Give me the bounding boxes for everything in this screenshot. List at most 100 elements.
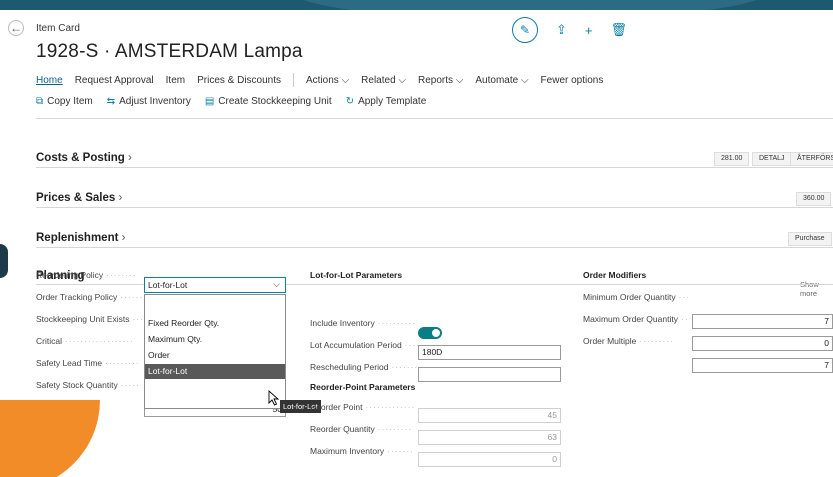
dot-leader: ········ bbox=[106, 270, 137, 280]
menu-related[interactable]: Related ⌵ bbox=[361, 75, 406, 86]
menu-home[interactable]: Home bbox=[36, 75, 63, 86]
menu-prices-discounts[interactable]: Prices & Discounts bbox=[197, 75, 281, 86]
dot-leader: ·· bbox=[680, 314, 689, 324]
replenishment-section-header[interactable]: Replenishment › bbox=[36, 232, 125, 244]
menu-fewer-options[interactable]: Fewer options bbox=[541, 75, 604, 86]
template-icon: ↻ bbox=[345, 96, 355, 107]
replenishment-pill-system: Purchase bbox=[788, 232, 832, 246]
new-plus-icon[interactable]: + bbox=[585, 23, 593, 38]
replenishment-title: Replenishment bbox=[36, 232, 119, 244]
header-actions: ✎ ⇪ + 🗑 bbox=[512, 17, 627, 43]
dot-leader: ··· bbox=[132, 314, 145, 324]
dot-leader: ······· bbox=[391, 362, 419, 372]
dropdown-option-maximum-qty[interactable]: Maximum Qty. bbox=[145, 332, 285, 347]
show-more-link[interactable]: Show more bbox=[800, 280, 833, 298]
reorder-point-parameters-heading: Reorder-Point Parameters bbox=[310, 382, 416, 392]
reorder-point-label-text: Reorder Point bbox=[310, 402, 363, 412]
rescheduling-period-label: Rescheduling Period ······· bbox=[310, 362, 418, 372]
safety-lead-time-label: Safety Lead Time ········· bbox=[36, 358, 140, 368]
sku-exists-label-text: Stockkeeping Unit Exists bbox=[36, 314, 130, 324]
item-card-page: ← Item Card 1928-S · AMSTERDAM Lampa ✎ ⇪… bbox=[0, 10, 833, 477]
divider bbox=[36, 118, 833, 119]
menu-automate[interactable]: Automate ⌵ bbox=[475, 75, 528, 86]
minimum-order-quantity-input[interactable]: 7 bbox=[692, 314, 833, 329]
maximum-order-quantity-label: Maximum Order Quantity ·· bbox=[583, 314, 689, 324]
include-inventory-label: Include Inventory ·········· bbox=[310, 318, 416, 328]
reorder-quantity-input: 63 bbox=[418, 430, 561, 445]
maximum-order-quantity-label-text: Maximum Order Quantity bbox=[583, 314, 678, 324]
minimum-order-quantity-label: Minimum Order Quantity ··· bbox=[583, 292, 690, 302]
reorder-quantity-label-text: Reorder Quantity bbox=[310, 424, 375, 434]
lot-accumulation-period-label-text: Lot Accumulation Period bbox=[310, 340, 402, 350]
chevron-down-icon: ⌵ bbox=[273, 279, 280, 289]
dropdown-option-order[interactable]: Order bbox=[145, 348, 285, 363]
copy-item-button[interactable]: ⧉ Copy Item bbox=[36, 96, 93, 107]
lot-accumulation-period-input[interactable]: 180D bbox=[418, 345, 561, 360]
divider bbox=[36, 167, 833, 168]
rescheduling-period-label-text: Rescheduling Period bbox=[310, 362, 389, 372]
chevron-right-icon: › bbox=[128, 152, 132, 164]
order-multiple-label-text: Order Multiple bbox=[583, 336, 637, 346]
dot-leader: ·········· bbox=[377, 318, 417, 328]
include-inventory-label-text: Include Inventory bbox=[310, 318, 375, 328]
dot-leader: ······· bbox=[387, 446, 414, 456]
prices-sales-section-header[interactable]: Prices & Sales › bbox=[36, 192, 122, 204]
copy-item-label: Copy Item bbox=[47, 96, 93, 107]
menu-reports[interactable]: Reports ⌵ bbox=[418, 75, 463, 86]
chevron-right-icon: › bbox=[121, 232, 126, 244]
dropdown-option-lot-for-lot[interactable]: Lot-for-Lot bbox=[145, 364, 285, 379]
dot-leader: ····· bbox=[120, 380, 140, 390]
share-icon[interactable]: ⇪ bbox=[556, 22, 567, 38]
maximum-inventory-label-text: Maximum Inventory bbox=[310, 446, 385, 456]
maximum-inventory-label: Maximum Inventory ······· bbox=[310, 446, 414, 456]
menu-actions[interactable]: Actions ⌵ bbox=[306, 75, 349, 86]
order-tracking-policy-label: Order Tracking Policy ······ bbox=[36, 292, 143, 302]
create-sku-button[interactable]: ▤ Create Stockkeeping Unit bbox=[205, 96, 332, 107]
lot-for-lot-parameters-heading: Lot-for-Lot Parameters bbox=[310, 270, 403, 280]
edit-pencil-icon[interactable]: ✎ bbox=[512, 17, 538, 43]
mouse-pointer-icon bbox=[268, 390, 280, 406]
adjust-inventory-button[interactable]: ⇆ Adjust Inventory bbox=[107, 96, 191, 107]
divider bbox=[36, 247, 833, 248]
action-toolbar: ⧉ Copy Item ⇆ Adjust Inventory ▤ Create Sto… bbox=[36, 96, 426, 107]
rescheduling-period-input[interactable] bbox=[418, 367, 561, 382]
critical-label: Critical ·················· bbox=[36, 336, 134, 346]
safety-stock-quantity-label: Safety Stock Quantity ····· bbox=[36, 380, 140, 390]
apply-template-button[interactable]: ↻ Apply Template bbox=[346, 96, 427, 107]
safety-lead-time-label-text: Safety Lead Time bbox=[36, 358, 103, 368]
divider bbox=[36, 207, 833, 208]
dot-leader: ·················· bbox=[64, 336, 134, 346]
adjust-icon: ⇆ bbox=[106, 96, 116, 107]
costs-posting-section-header[interactable]: Costs & Posting › bbox=[36, 152, 132, 164]
adjust-inventory-label: Adjust Inventory bbox=[119, 96, 191, 107]
costs-pill-posting: ÅTERFÖRS bbox=[790, 152, 833, 166]
menu-separator bbox=[293, 73, 295, 87]
prices-sales-title: Prices & Sales bbox=[36, 192, 116, 204]
maximum-order-quantity-input[interactable]: 0 bbox=[692, 336, 833, 351]
menu-item[interactable]: Item bbox=[166, 75, 185, 86]
costs-pill-cost: 281.00 bbox=[714, 152, 750, 166]
dot-leader: ········· bbox=[105, 358, 140, 368]
reordering-policy-value: Lot-for-Lot bbox=[148, 280, 188, 290]
dropdown-option-fixed-reorder[interactable]: Fixed Reorder Qty. bbox=[145, 316, 285, 331]
reordering-policy-select[interactable]: Lot-for-Lot ⌵ bbox=[144, 277, 286, 293]
left-edge-decoration bbox=[0, 244, 8, 278]
costs-posting-title: Costs & Posting bbox=[36, 152, 125, 164]
page-title: 1928-S · AMSTERDAM Lampa bbox=[36, 41, 303, 62]
reorder-point-input: 45 bbox=[418, 408, 561, 423]
dot-leader: ········· bbox=[639, 336, 674, 346]
reorder-quantity-label: Reorder Quantity ········· bbox=[310, 424, 412, 434]
dot-leader: ············· bbox=[365, 402, 416, 412]
dot-leader: ········· bbox=[377, 424, 413, 434]
reordering-policy-label-text: Reordering Policy bbox=[36, 270, 104, 280]
reorder-point-label: Reorder Point ············· bbox=[310, 402, 415, 412]
order-multiple-input[interactable]: 7 bbox=[692, 358, 833, 373]
menu-request-approval[interactable]: Request Approval bbox=[75, 75, 154, 86]
reordering-policy-dropdown: Fixed Reorder Qty. Maximum Qty. Order Lo… bbox=[144, 294, 286, 409]
include-inventory-toggle[interactable] bbox=[418, 327, 442, 339]
critical-label-text: Critical bbox=[36, 336, 62, 346]
back-arrow-icon[interactable]: ← bbox=[8, 20, 24, 36]
delete-trash-icon[interactable]: 🗑 bbox=[611, 22, 628, 38]
apply-template-label: Apply Template bbox=[358, 96, 427, 107]
create-sku-label: Create Stockkeeping Unit bbox=[218, 96, 332, 107]
